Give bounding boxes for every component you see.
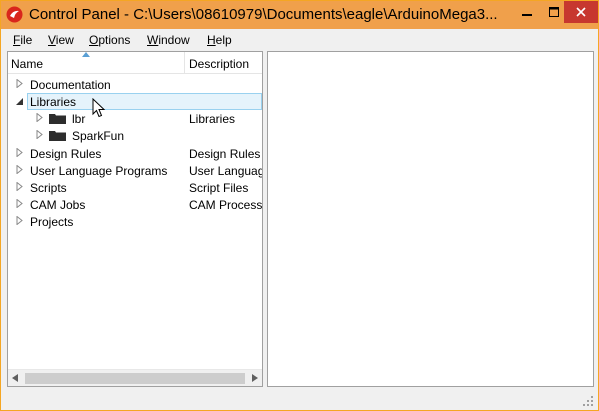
tree-item-label: lbr [72,112,86,126]
collapse-arrow-icon[interactable] [15,97,24,106]
close-button[interactable] [564,1,598,23]
control-panel-window: Control Panel - C:\Users\08610979\Docume… [0,0,599,411]
window-title: Control Panel - C:\Users\08610979\Docume… [29,6,498,23]
tree-view[interactable]: Name Description Documentation Libraries… [7,51,263,387]
column-separator[interactable] [184,52,185,74]
minimize-button[interactable] [512,1,542,23]
tree-item-scripts[interactable]: Scripts Script Files [8,179,262,196]
tree-item-projects[interactable]: Projects [8,213,262,230]
expand-arrow-icon[interactable] [35,113,44,122]
scroll-right-icon[interactable] [252,374,258,382]
tree-item-cam-jobs[interactable]: CAM Jobs CAM Processor Jobs [8,196,262,213]
tree-item-label: CAM Jobs [30,198,86,212]
tree-item-libraries[interactable]: Libraries [27,93,262,110]
eagle-app-icon [6,6,23,23]
close-icon [576,7,586,17]
sort-ascending-icon [82,52,90,57]
tree-item-label: Projects [30,215,74,229]
menu-window[interactable]: Window [147,33,190,47]
expand-arrow-icon[interactable] [15,199,24,208]
expand-arrow-icon[interactable] [15,165,24,174]
tree-item-description: Design Rules [189,147,261,161]
menu-options[interactable]: Options [89,33,130,47]
minimize-icon [522,14,532,16]
tree-item-label: User Language Programs [30,164,168,178]
column-header-name[interactable]: Name [11,57,43,71]
detail-pane[interactable] [267,51,594,387]
tree-item-sparkfun[interactable]: SparkFun [8,127,262,144]
expand-arrow-icon[interactable] [35,130,44,139]
expand-arrow-icon[interactable] [15,148,24,157]
tree-item-description: Libraries [189,112,236,126]
tree-item-description: Script Files [189,181,249,195]
tree-column-header: Name Description [8,52,262,74]
tree-item-label: Scripts [30,181,67,195]
menu-view[interactable]: View [48,33,74,47]
maximize-icon [549,7,559,17]
tree-item-label: Libraries [30,95,77,109]
tree-item-label: Design Rules [30,147,102,161]
tree-item-description: User Language Programs [189,164,262,178]
expand-arrow-icon[interactable] [15,216,24,225]
tree-item-label: SparkFun [72,129,125,143]
column-header-description[interactable]: Description [189,57,249,71]
horizontal-scrollbar[interactable] [8,369,262,386]
tree-item-design-rules[interactable]: Design Rules Design Rules [8,145,262,162]
title-bar[interactable]: Control Panel - C:\Users\08610979\Docume… [1,1,598,29]
tree-item-lbr[interactable]: lbr Libraries [8,110,262,127]
menu-file[interactable]: File [13,33,32,47]
tree-item-label: Documentation [30,78,111,92]
tree-item-user-language-programs[interactable]: User Language Programs User Language Pro… [8,162,262,179]
mouse-pointer-icon [92,98,106,118]
expand-arrow-icon[interactable] [15,182,24,191]
tree-item-description: CAM Processor Jobs [189,198,262,212]
scroll-left-icon[interactable] [12,374,18,382]
menu-help[interactable]: Help [207,33,232,47]
expand-arrow-icon[interactable] [15,79,24,88]
menu-bar: File View Options Window Help [1,29,598,50]
status-bar [1,389,598,410]
folder-icon [49,114,66,124]
folder-icon [49,131,66,141]
resize-grip-icon[interactable] [582,395,594,407]
scrollbar-thumb[interactable] [25,373,245,384]
tree-item-documentation[interactable]: Documentation [8,76,262,93]
